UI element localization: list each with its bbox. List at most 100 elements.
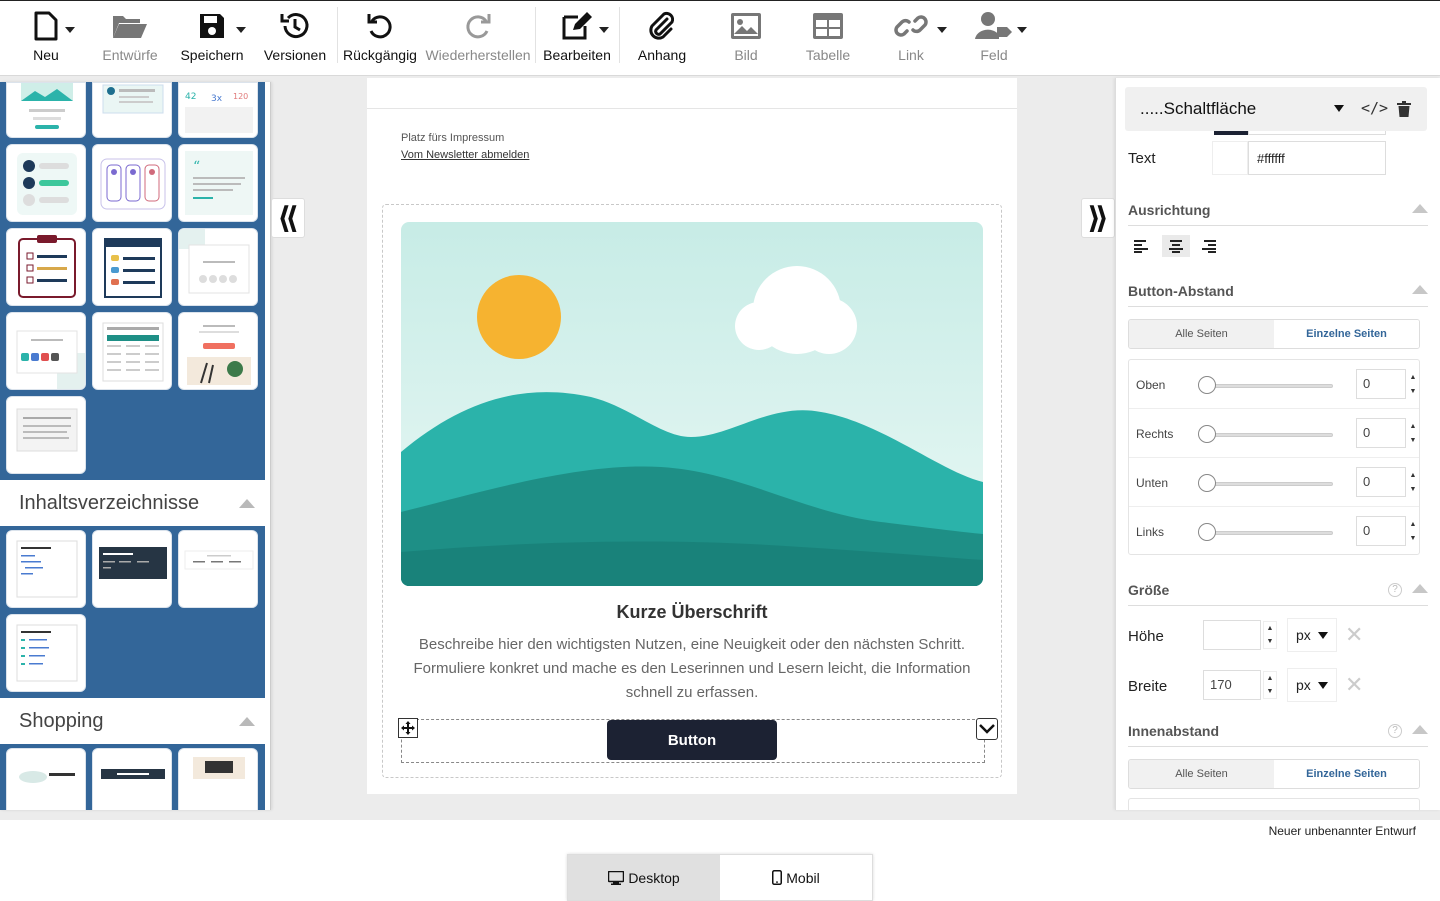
move-handle[interactable] [398, 718, 418, 738]
clear-width-icon[interactable]: ✕ [1345, 672, 1363, 698]
template-tile[interactable] [178, 228, 258, 306]
body-text[interactable]: Beschreibe hier den wichtigsten Nutzen, … [403, 633, 981, 705]
template-tile[interactable] [6, 614, 86, 692]
slider-handle[interactable] [1198, 523, 1216, 541]
text-color-swatch[interactable] [1212, 141, 1248, 175]
height-label: Höhe [1128, 628, 1164, 645]
collapse-triangle-icon[interactable] [1412, 204, 1428, 213]
slider-handle[interactable] [1198, 376, 1216, 394]
redo-button[interactable]: Wiederherstellen [424, 1, 532, 77]
template-tile[interactable] [178, 312, 258, 390]
all-sides-tab[interactable]: Alle Seiten [1129, 760, 1274, 788]
section-header-toc[interactable]: Inhaltsverzeichnisse [0, 480, 265, 526]
desktop-view-button[interactable]: Desktop [568, 855, 720, 900]
trash-icon[interactable] [1397, 101, 1411, 117]
section-button-spacing[interactable]: Button-Abstand [1128, 283, 1428, 307]
template-tile[interactable] [6, 312, 86, 390]
attachment-button[interactable]: Anhang [636, 1, 688, 77]
help-icon[interactable]: ? [1388, 724, 1402, 738]
template-tile[interactable] [6, 396, 86, 474]
template-tile[interactable] [92, 82, 172, 138]
block-options-button[interactable] [976, 718, 998, 740]
button-row[interactable]: Button [398, 718, 998, 763]
stepper[interactable]: ▲ ▼ [1406, 517, 1420, 545]
image-button[interactable]: Bild [726, 1, 766, 77]
template-tile[interactable] [92, 748, 172, 810]
template-tile[interactable] [92, 530, 172, 608]
content-block[interactable]: Kurze Überschrift Beschreibe hier den wi… [382, 204, 1002, 778]
unsubscribe-link[interactable]: Vom Newsletter abmelden [401, 149, 529, 161]
template-tile[interactable] [92, 228, 172, 306]
collapse-triangle-icon[interactable] [1412, 285, 1428, 294]
single-sides-tab[interactable]: Einzelne Seiten [1274, 760, 1419, 788]
section-size[interactable]: Größe ? [1128, 582, 1428, 606]
width-unit-select[interactable]: px [1287, 668, 1337, 702]
all-sides-tab[interactable]: Alle Seiten [1129, 320, 1274, 348]
slider-track[interactable] [1199, 482, 1333, 486]
text-color-input[interactable]: #ffffff [1248, 141, 1386, 175]
mobile-view-button[interactable]: Mobil [720, 855, 872, 900]
edit-button[interactable]: Bearbeiten [542, 1, 612, 77]
save-button[interactable]: Speichern [180, 1, 246, 77]
section-header-shopping[interactable]: Shopping [0, 698, 265, 744]
spacing-input[interactable]: 0 [1356, 418, 1406, 448]
dropdown-caret-icon[interactable] [1334, 105, 1344, 112]
height-unit-select[interactable]: px [1287, 618, 1337, 652]
cta-button[interactable]: Button [607, 720, 777, 760]
single-sides-tab[interactable]: Einzelne Seiten [1274, 320, 1419, 348]
template-tile[interactable] [92, 144, 172, 222]
undo-button[interactable]: Rückgängig [343, 1, 417, 77]
section-padding[interactable]: Innenabstand ? [1128, 723, 1428, 747]
new-button[interactable]: Neu [26, 1, 75, 77]
align-right-icon[interactable] [1202, 240, 1216, 253]
collapse-triangle-icon[interactable] [239, 716, 255, 726]
stepper[interactable]: ▲ ▼ [1263, 671, 1277, 699]
folder-open-icon [111, 9, 149, 43]
drafts-button[interactable]: Entwürfe [100, 1, 160, 77]
template-tile[interactable]: “ [178, 144, 258, 222]
section-alignment[interactable]: Ausrichtung [1128, 202, 1428, 226]
template-tile[interactable] [6, 748, 86, 810]
headline[interactable]: Kurze Überschrift [383, 602, 1001, 623]
template-tile[interactable] [6, 530, 86, 608]
slider-handle[interactable] [1198, 425, 1216, 443]
stepper[interactable]: ▲ ▼ [1406, 370, 1420, 398]
collapse-right-panel-button[interactable]: ⟫ [1081, 198, 1115, 238]
slider-track[interactable] [1199, 384, 1333, 388]
table-button[interactable]: Tabelle [802, 1, 854, 77]
template-tile[interactable] [92, 312, 172, 390]
collapse-triangle-icon[interactable] [1412, 725, 1428, 734]
template-tile[interactable] [178, 748, 258, 810]
width-input[interactable]: 170 [1203, 670, 1261, 700]
height-input[interactable] [1203, 620, 1261, 650]
spacing-input[interactable]: 0 [1356, 467, 1406, 497]
template-tile[interactable] [178, 530, 258, 608]
spacing-input[interactable]: 0 [1356, 516, 1406, 546]
template-tile[interactable] [6, 228, 86, 306]
slider-track[interactable] [1199, 531, 1333, 535]
stepper[interactable]: ▲ ▼ [1263, 621, 1277, 649]
link-button[interactable]: Link [891, 1, 947, 77]
versions-button[interactable]: Versionen [262, 1, 328, 77]
collapse-triangle-icon[interactable] [239, 498, 255, 508]
slider-handle[interactable] [1198, 474, 1216, 492]
impressum-placeholder[interactable]: Platz fürs Impressum [401, 132, 504, 144]
spacing-input[interactable]: 0 [1356, 369, 1406, 399]
template-tile[interactable] [6, 82, 86, 138]
collapse-left-panel-button[interactable]: ⟪ [271, 198, 305, 238]
stepper[interactable]: ▲ ▼ [1406, 468, 1420, 496]
field-button[interactable]: Feld [974, 1, 1027, 77]
stepper[interactable]: ▲ ▼ [1406, 419, 1420, 447]
element-selector[interactable]: .....Schaltfläche </> [1125, 87, 1427, 131]
align-center-button[interactable] [1162, 235, 1190, 257]
help-icon[interactable]: ? [1388, 583, 1402, 597]
template-tile[interactable]: 42 3x 120 [178, 82, 258, 138]
template-tile[interactable] [6, 144, 86, 222]
collapse-triangle-icon[interactable] [1412, 584, 1428, 593]
slider-track[interactable] [1199, 433, 1333, 437]
code-icon[interactable]: </> [1361, 99, 1388, 117]
hero-image[interactable] [401, 222, 983, 586]
section-title: Button-Abstand [1128, 283, 1234, 299]
clear-height-icon[interactable]: ✕ [1345, 622, 1363, 648]
align-left-icon[interactable] [1134, 240, 1148, 253]
